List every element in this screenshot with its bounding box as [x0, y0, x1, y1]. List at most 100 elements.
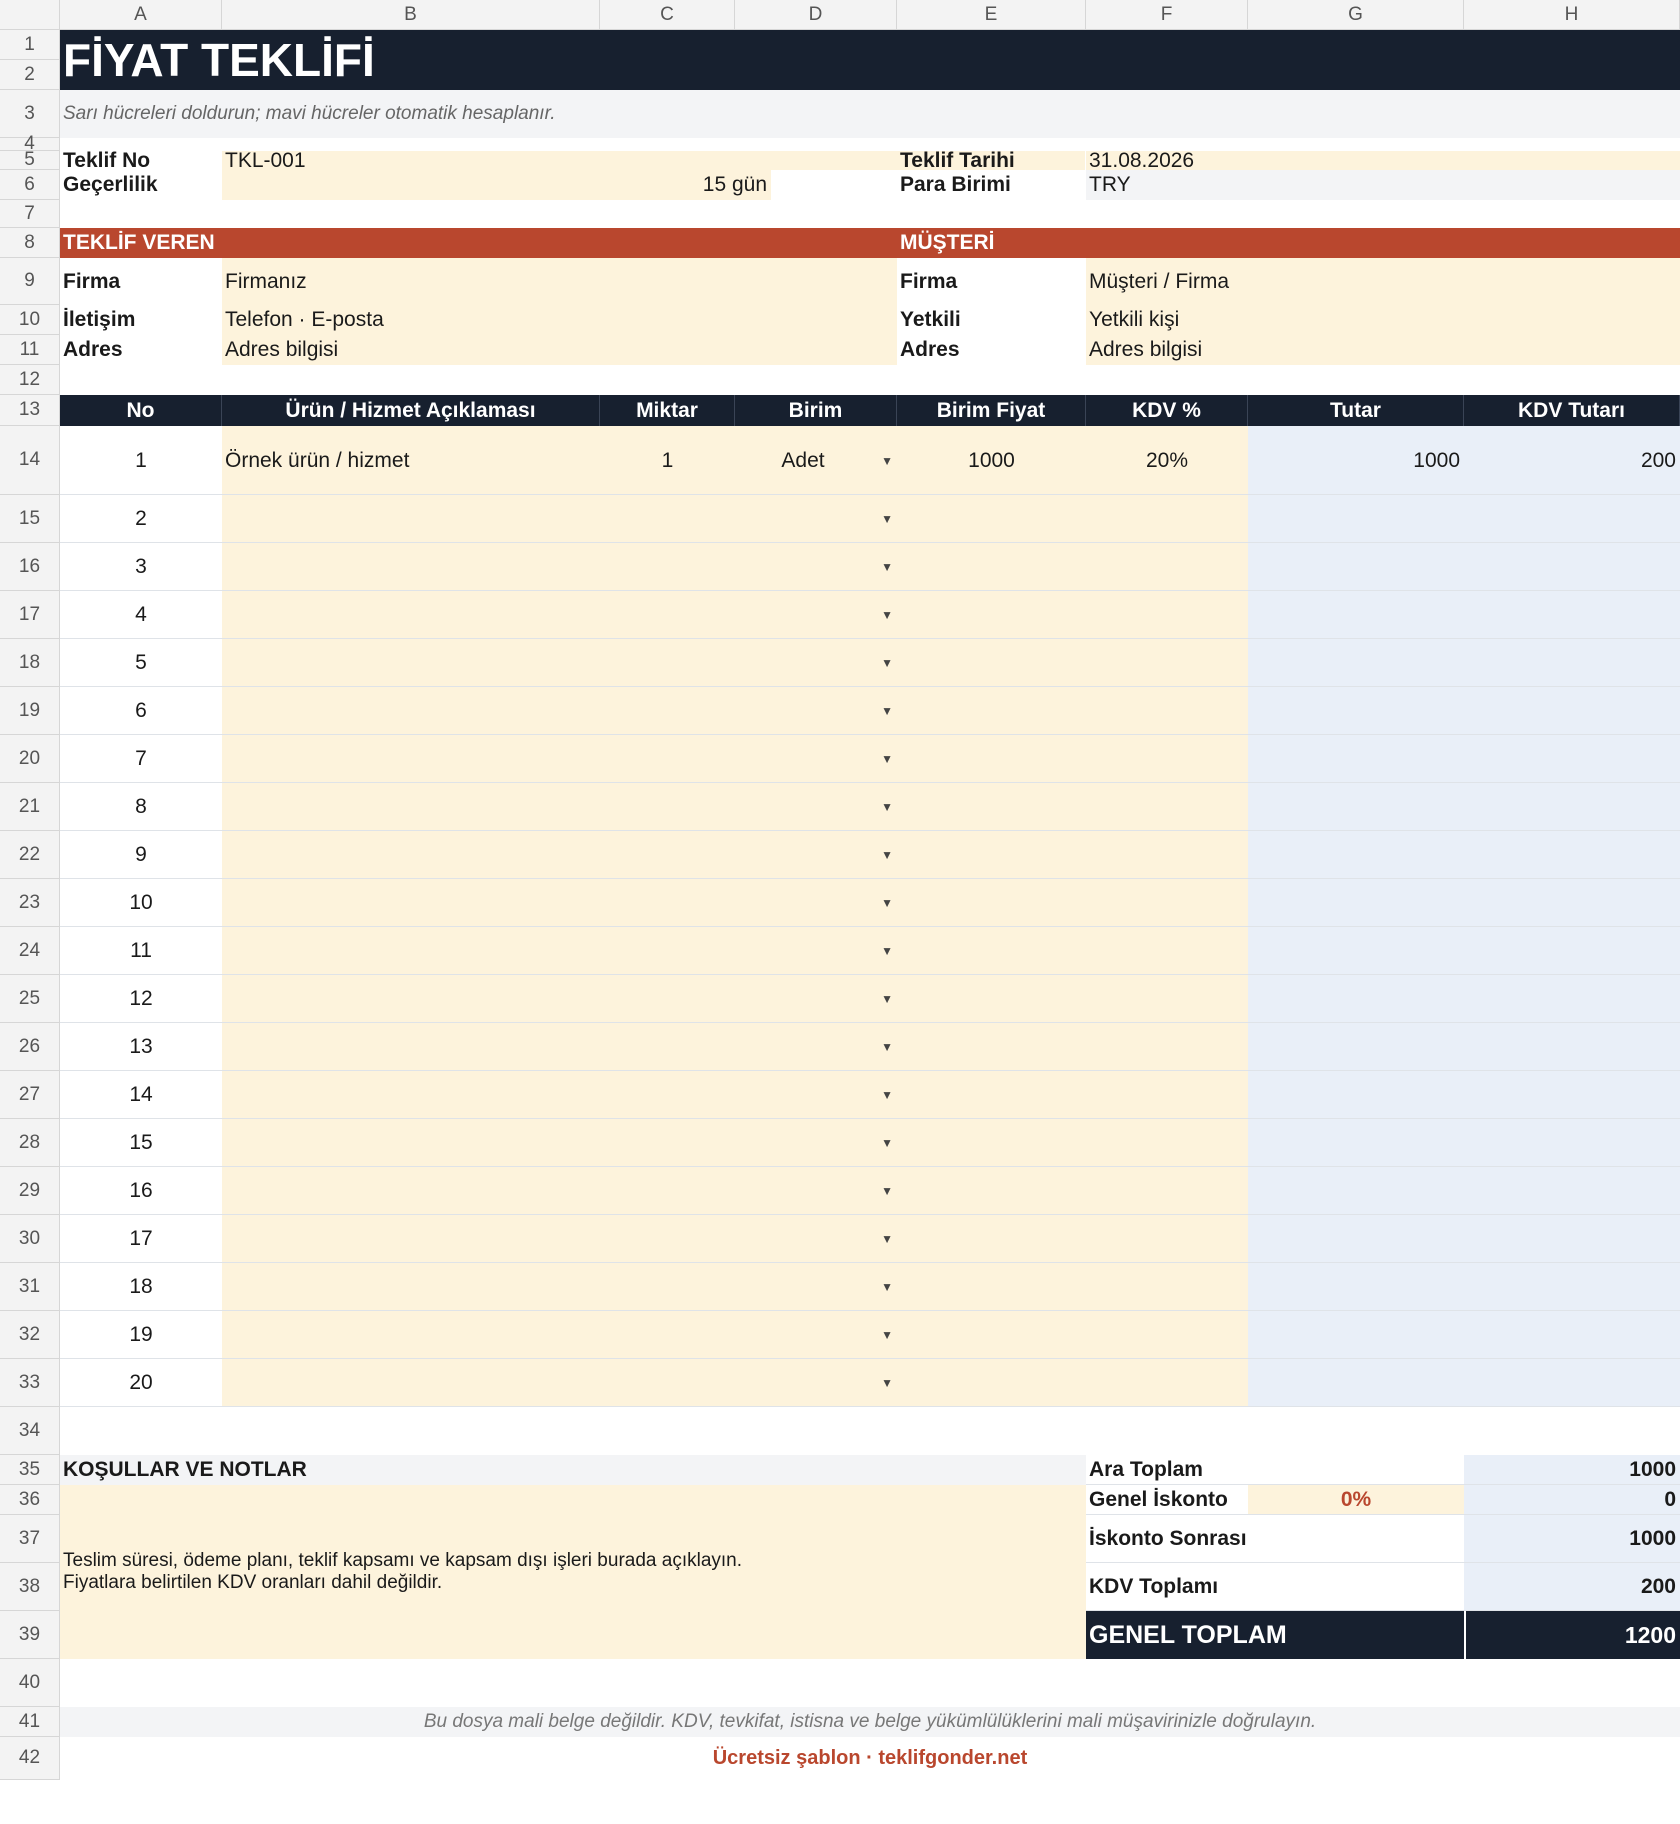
item-description-input[interactable]	[222, 927, 600, 975]
item-unit-select[interactable]: ▼	[735, 927, 897, 975]
sender-contact-input[interactable]: Telefon · E-posta	[222, 305, 897, 335]
item-vat-rate-input[interactable]	[1086, 831, 1248, 879]
row-header[interactable]: 35	[0, 1455, 60, 1485]
row-header[interactable]: 15	[0, 495, 60, 543]
item-unit-select[interactable]: ▼	[735, 975, 897, 1023]
item-unit-select[interactable]: ▼	[735, 1071, 897, 1119]
item-quantity-input[interactable]	[600, 687, 735, 735]
item-description-input[interactable]	[222, 639, 600, 687]
item-vat-rate-input[interactable]	[1086, 975, 1248, 1023]
row-header[interactable]: 13	[0, 395, 60, 426]
item-vat-rate-input[interactable]	[1086, 1311, 1248, 1359]
item-vat-rate-input[interactable]	[1086, 927, 1248, 975]
item-quantity-input[interactable]	[600, 879, 735, 927]
row-header[interactable]: 42	[0, 1737, 60, 1780]
item-quantity-input[interactable]: 1	[600, 426, 735, 495]
item-unit-price-input[interactable]	[897, 783, 1086, 831]
validity-input[interactable]: 15 gün	[222, 170, 771, 200]
item-quantity-input[interactable]	[600, 639, 735, 687]
item-unit-select[interactable]: ▼	[735, 1119, 897, 1167]
item-vat-rate-input[interactable]	[1086, 783, 1248, 831]
item-quantity-input[interactable]	[600, 1359, 735, 1407]
row-header[interactable]: 19	[0, 687, 60, 735]
row-header[interactable]: 27	[0, 1071, 60, 1119]
footer-brand-link[interactable]: Ücretsiz şablon · teklifgonder.net	[60, 1737, 1680, 1780]
item-description-input[interactable]	[222, 1359, 600, 1407]
row-header[interactable]: 25	[0, 975, 60, 1023]
item-unit-price-input[interactable]	[897, 687, 1086, 735]
column-header-b[interactable]: B	[222, 0, 600, 30]
item-unit-select[interactable]: ▼	[735, 1263, 897, 1311]
item-unit-price-input[interactable]	[897, 975, 1086, 1023]
item-vat-rate-input[interactable]: 20%	[1086, 426, 1248, 495]
row-header[interactable]: 36	[0, 1485, 60, 1515]
item-quantity-input[interactable]	[600, 543, 735, 591]
row-header[interactable]: 28	[0, 1119, 60, 1167]
dropdown-arrow-icon[interactable]: ▼	[881, 454, 893, 468]
item-unit-select[interactable]: ▼	[735, 543, 897, 591]
row-header[interactable]: 7	[0, 200, 60, 228]
item-vat-rate-input[interactable]	[1086, 639, 1248, 687]
item-unit-price-input[interactable]	[897, 1215, 1086, 1263]
notes-textarea[interactable]: Teslim süresi, ödeme planı, teklif kapsa…	[60, 1485, 1086, 1659]
item-unit-select[interactable]: ▼	[735, 783, 897, 831]
dropdown-arrow-icon[interactable]: ▼	[881, 800, 893, 814]
item-unit-select[interactable]: ▼	[735, 879, 897, 927]
item-description-input[interactable]	[222, 975, 600, 1023]
item-vat-rate-input[interactable]	[1086, 543, 1248, 591]
row-header[interactable]: 9	[0, 258, 60, 305]
item-unit-select[interactable]: ▼	[735, 495, 897, 543]
item-unit-price-input[interactable]	[897, 639, 1086, 687]
item-vat-rate-input[interactable]	[1086, 1023, 1248, 1071]
item-vat-rate-input[interactable]	[1086, 495, 1248, 543]
item-vat-rate-input[interactable]	[1086, 1215, 1248, 1263]
item-description-input[interactable]	[222, 1023, 600, 1071]
column-header-h[interactable]: H	[1464, 0, 1680, 30]
item-unit-price-input[interactable]: 1000	[897, 426, 1086, 495]
item-description-input[interactable]	[222, 543, 600, 591]
item-vat-rate-input[interactable]	[1086, 591, 1248, 639]
item-description-input[interactable]	[222, 687, 600, 735]
item-quantity-input[interactable]	[600, 927, 735, 975]
column-header-c[interactable]: C	[600, 0, 735, 30]
dropdown-arrow-icon[interactable]: ▼	[881, 848, 893, 862]
dropdown-arrow-icon[interactable]: ▼	[881, 560, 893, 574]
item-unit-select[interactable]: ▼	[735, 591, 897, 639]
column-header-a[interactable]: A	[60, 0, 222, 30]
item-quantity-input[interactable]	[600, 495, 735, 543]
dropdown-arrow-icon[interactable]: ▼	[881, 1040, 893, 1054]
item-quantity-input[interactable]	[600, 831, 735, 879]
dropdown-arrow-icon[interactable]: ▼	[881, 608, 893, 622]
dropdown-arrow-icon[interactable]: ▼	[881, 1280, 893, 1294]
row-header[interactable]: 17	[0, 591, 60, 639]
customer-address-input[interactable]: Adres bilgisi	[1086, 335, 1680, 365]
item-quantity-input[interactable]	[600, 735, 735, 783]
column-header-e[interactable]: E	[897, 0, 1086, 30]
row-header[interactable]: 40	[0, 1659, 60, 1707]
dropdown-arrow-icon[interactable]: ▼	[881, 992, 893, 1006]
item-description-input[interactable]	[222, 1215, 600, 1263]
item-description-input[interactable]	[222, 783, 600, 831]
item-unit-price-input[interactable]	[897, 1119, 1086, 1167]
item-vat-rate-input[interactable]	[1086, 735, 1248, 783]
dropdown-arrow-icon[interactable]: ▼	[881, 944, 893, 958]
item-description-input[interactable]	[222, 1119, 600, 1167]
dropdown-arrow-icon[interactable]: ▼	[881, 1376, 893, 1390]
row-header[interactable]: 8	[0, 228, 60, 258]
dropdown-arrow-icon[interactable]: ▼	[881, 656, 893, 670]
dropdown-arrow-icon[interactable]: ▼	[881, 1136, 893, 1150]
item-quantity-input[interactable]	[600, 783, 735, 831]
item-unit-price-input[interactable]	[897, 735, 1086, 783]
item-unit-price-input[interactable]	[897, 1311, 1086, 1359]
item-description-input[interactable]	[222, 1071, 600, 1119]
item-unit-price-input[interactable]	[897, 1023, 1086, 1071]
item-unit-select[interactable]: ▼	[735, 687, 897, 735]
dropdown-arrow-icon[interactable]: ▼	[881, 752, 893, 766]
dropdown-arrow-icon[interactable]: ▼	[881, 1088, 893, 1102]
customer-firm-input[interactable]: Müşteri / Firma	[1086, 258, 1680, 305]
item-vat-rate-input[interactable]	[1086, 879, 1248, 927]
item-description-input[interactable]	[222, 1311, 600, 1359]
item-vat-rate-input[interactable]	[1086, 1263, 1248, 1311]
row-header[interactable]: 38	[0, 1563, 60, 1611]
row-header[interactable]: 11	[0, 335, 60, 365]
